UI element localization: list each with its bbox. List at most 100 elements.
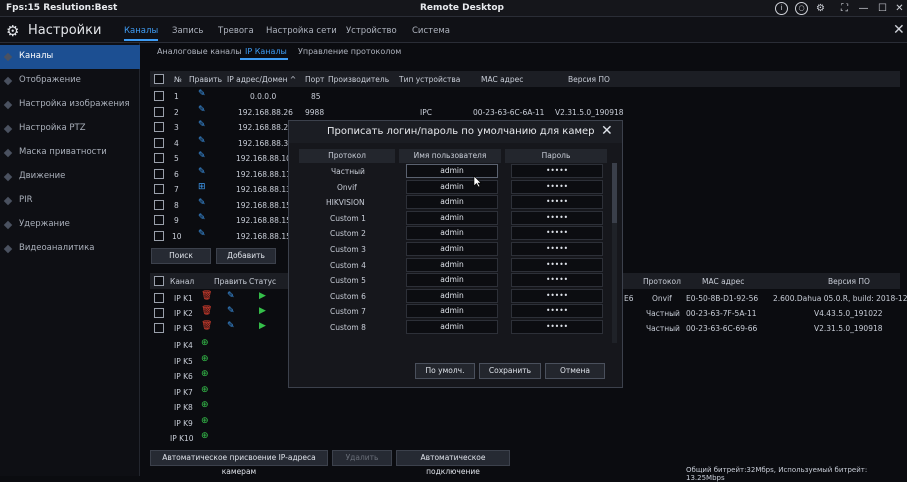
subtab-protocol[interactable]: Управление протоколом [298, 47, 401, 56]
info-icon[interactable]: i [775, 2, 788, 15]
delete-button[interactable]: Удалить [332, 450, 392, 466]
add-circle-icon[interactable]: ⊕ [201, 400, 209, 410]
username-input[interactable]: admin [406, 242, 498, 256]
auto-assign-ip-button[interactable]: Автоматическое присвоение IP-адреса каме… [150, 450, 328, 476]
username-input[interactable]: admin [406, 226, 498, 241]
password-input[interactable]: ••••• [511, 273, 603, 288]
username-input[interactable]: admin [406, 195, 498, 210]
table-row[interactable]: 2 ✎ 192.168.88.26 9988 IPC 00-23-63-6C-6A-11 V… [150, 104, 900, 119]
subtab-ip-channels[interactable]: IP Каналы [245, 47, 287, 56]
add-circle-icon[interactable]: ⊕ [201, 338, 209, 348]
password-input[interactable]: ••••• [511, 304, 603, 319]
edit-icon[interactable]: ✎ [198, 198, 206, 208]
tab-channels[interactable]: Каналы [124, 26, 158, 36]
row-checkbox[interactable] [154, 230, 164, 241]
search-button[interactable]: Поиск [151, 248, 211, 264]
table-row[interactable]: 1 ✎ 0.0.0.0 85 [150, 88, 900, 103]
username-input[interactable]: admin [406, 164, 498, 178]
row-checkbox[interactable] [154, 184, 164, 194]
add-icon[interactable]: ⊞ [198, 182, 206, 192]
play-icon[interactable]: ▶ [259, 306, 266, 316]
username-input[interactable]: admin [406, 320, 498, 334]
list-item[interactable]: IP K8 ⊕ [150, 399, 290, 414]
edit-icon[interactable]: ✎ [227, 321, 235, 331]
list-item[interactable]: IP K4 ⊕ [150, 337, 290, 352]
col-ip[interactable]: IP адрес/Домен ^ [227, 75, 296, 84]
edit-icon[interactable]: ✎ [198, 213, 206, 223]
list-item[interactable]: IP K5 ⊕ [150, 353, 290, 368]
password-input[interactable]: ••••• [511, 195, 603, 210]
tab-system[interactable]: Система [412, 26, 450, 36]
edit-icon[interactable]: ✎ [198, 229, 206, 239]
tab-device[interactable]: Устройство [346, 26, 397, 36]
row-checkbox[interactable] [154, 91, 164, 101]
row-checkbox[interactable] [154, 106, 164, 117]
password-input[interactable]: ••••• [511, 257, 603, 272]
close-dialog-icon[interactable]: ✕ [601, 123, 613, 139]
edit-icon[interactable]: ✎ [227, 306, 235, 316]
add-button[interactable]: Добавить [216, 248, 276, 264]
tab-record[interactable]: Запись [172, 26, 203, 36]
list-item[interactable]: IP K6 ⊕ [150, 368, 290, 383]
password-input[interactable]: ••••• [511, 226, 603, 241]
row-checkbox[interactable] [154, 308, 164, 318]
close-settings-icon[interactable]: ✕ [893, 22, 905, 38]
row-checkbox[interactable] [154, 323, 164, 333]
fullscreen-icon[interactable]: ⛶ [838, 2, 851, 15]
delete-icon[interactable]: 🗑 [201, 291, 212, 301]
edit-icon[interactable]: ✎ [198, 89, 206, 99]
password-input[interactable]: ••••• [511, 242, 603, 256]
username-input[interactable]: admin [406, 179, 498, 194]
delete-icon[interactable]: 🗑 [201, 306, 212, 316]
edit-icon[interactable]: ✎ [198, 167, 206, 177]
add-circle-icon[interactable]: ⊕ [201, 385, 209, 395]
password-input[interactable]: ••••• [511, 320, 603, 334]
password-input[interactable]: ••••• [511, 164, 603, 178]
username-input[interactable]: admin [406, 210, 498, 225]
row-checkbox[interactable] [154, 293, 164, 303]
sidebar-item-channels[interactable]: Каналы [0, 45, 140, 69]
list-item[interactable]: IP K10 ⊕ [150, 430, 290, 445]
add-circle-icon[interactable]: ⊕ [201, 431, 209, 441]
row-checkbox[interactable] [154, 122, 164, 132]
edit-icon[interactable]: ✎ [227, 291, 235, 301]
username-input[interactable]: admin [406, 288, 498, 303]
settings-gear-icon[interactable]: ⚙ [814, 2, 827, 15]
delete-icon[interactable]: 🗑 [201, 321, 212, 331]
close-window-icon[interactable]: ✕ [893, 2, 906, 15]
cancel-button[interactable]: Отмена [545, 363, 605, 379]
list-item[interactable]: IP K7 ⊕ [150, 384, 290, 399]
play-icon[interactable]: ▶ [259, 291, 266, 301]
sidebar-item-motion[interactable]: Движение [0, 165, 140, 189]
sidebar-item-privacy-mask[interactable]: Маска приватности [0, 141, 140, 165]
sidebar-item-analytics[interactable]: Видеоаналитика [0, 237, 140, 261]
play-icon[interactable]: ▶ [259, 321, 266, 331]
dialog-scrollbar[interactable] [612, 163, 617, 343]
username-input[interactable]: admin [406, 257, 498, 272]
sidebar-item-display[interactable]: Отображение [0, 69, 140, 93]
add-circle-icon[interactable]: ⊕ [201, 354, 209, 364]
minimize-icon[interactable]: — [857, 2, 870, 15]
row-checkbox[interactable] [154, 153, 164, 163]
select-all-checkbox[interactable] [154, 276, 164, 286]
subtab-analog[interactable]: Аналоговые каналы [157, 47, 242, 56]
edit-icon[interactable]: ✎ [198, 120, 206, 130]
auto-connect-button[interactable]: Автоматическое подключение [396, 450, 510, 476]
password-input[interactable]: ••••• [511, 210, 603, 225]
add-circle-icon[interactable]: ⊕ [201, 416, 209, 426]
row-checkbox[interactable] [154, 137, 164, 148]
sidebar-item-pir[interactable]: PIR [0, 189, 140, 213]
edit-icon[interactable]: ✎ [198, 105, 206, 115]
sidebar-item-ptz[interactable]: Настройка PTZ [0, 117, 140, 141]
defaults-button[interactable]: По умолч. [415, 363, 475, 379]
select-all-checkbox[interactable] [154, 74, 164, 84]
record-icon[interactable]: ○ [795, 2, 808, 15]
row-checkbox[interactable] [154, 215, 164, 225]
sidebar-item-image[interactable]: Настройка изображения [0, 93, 140, 117]
password-input[interactable]: ••••• [511, 179, 603, 194]
maximize-icon[interactable]: ☐ [876, 2, 889, 15]
tab-alarm[interactable]: Тревога [218, 26, 254, 36]
sidebar-item-hold[interactable]: Удержание [0, 213, 140, 237]
edit-icon[interactable]: ✎ [198, 136, 206, 146]
add-circle-icon[interactable]: ⊕ [201, 369, 209, 379]
